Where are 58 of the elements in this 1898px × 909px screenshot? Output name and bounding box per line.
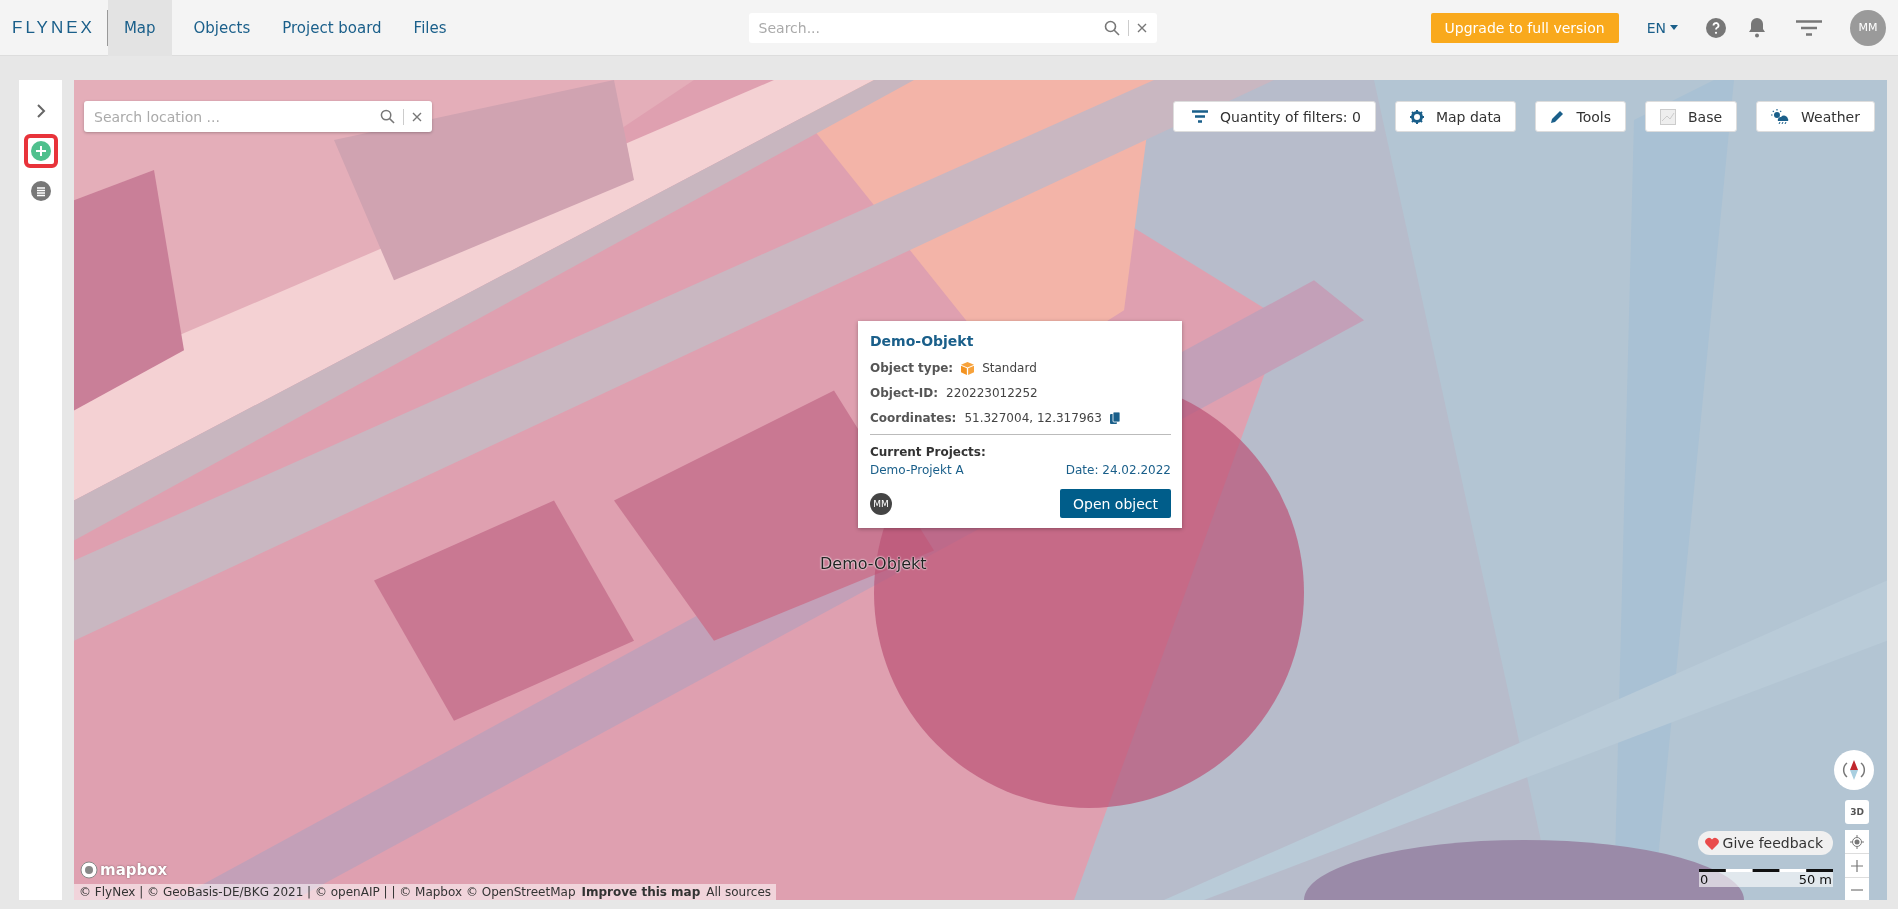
location-search-field[interactable]: Search location ... <box>84 101 432 132</box>
close-icon[interactable] <box>412 111 422 122</box>
map-data-button[interactable]: Map data <box>1394 101 1517 132</box>
pencil-icon <box>1550 109 1565 124</box>
scale-label: 50 m <box>1798 872 1832 887</box>
nav-tab[interactable]: Project board <box>266 0 398 56</box>
list-icon <box>30 181 51 201</box>
mapbox-logo: mapbox <box>100 861 168 879</box>
nav-tab[interactable]: Files <box>397 0 463 56</box>
minus-icon <box>1851 888 1863 891</box>
project-link[interactable]: Demo-Projekt A <box>870 463 964 477</box>
field-value: Standard <box>982 361 1037 375</box>
filter-icon[interactable] <box>1796 19 1822 36</box>
mapbox-logo-icon <box>80 861 98 879</box>
search-icon[interactable] <box>1103 19 1120 36</box>
field-label: Object type: <box>870 361 954 375</box>
plus-icon <box>30 141 51 161</box>
tools-button[interactable]: Tools <box>1535 101 1626 132</box>
caret-icon <box>1670 25 1678 30</box>
attribution-text: © FlyNex | © GeoBasis-DE/BKG 2021 | © openAIP | | © Mapbox © OpenStreetMap <box>79 885 576 899</box>
target-icon <box>1850 834 1864 849</box>
plus-icon <box>1851 859 1863 872</box>
cube-icon <box>961 361 975 375</box>
open-object-button[interactable]: Open object <box>1060 489 1171 518</box>
field-value: 220223012252 <box>946 386 1038 400</box>
search-field[interactable]: Search... <box>748 12 1157 43</box>
add-button[interactable] <box>23 134 58 168</box>
copy-icon[interactable] <box>1109 412 1120 424</box>
improve-map-link[interactable]: Improve this map <box>581 885 701 899</box>
field-label: Object-ID: <box>870 386 939 400</box>
map-thumbnail-icon <box>1659 108 1676 125</box>
filter-button[interactable]: Quantity of filters: 0 <box>1173 101 1376 132</box>
nav-tab[interactable]: Objects <box>177 0 267 56</box>
sources-link[interactable]: All sources <box>706 885 772 899</box>
help-icon[interactable] <box>1706 17 1726 38</box>
field-value: 51.327004, 12.317963 <box>964 411 1102 425</box>
user-avatar: MM <box>870 492 892 515</box>
gear-icon <box>1409 109 1424 124</box>
heart-icon <box>1704 836 1719 850</box>
filter-icon <box>1192 110 1209 123</box>
scale-label: 0 <box>1700 872 1709 887</box>
field-label: Coordinates: <box>870 411 957 425</box>
logo[interactable]: FLYNEX <box>12 9 108 46</box>
projects-label: Current Projects: <box>870 445 987 459</box>
3d-button[interactable]: 3D <box>1845 800 1869 824</box>
close-icon[interactable] <box>1136 22 1147 33</box>
popup-title[interactable]: Demo-Objekt <box>870 333 1171 349</box>
base-button[interactable]: Base <box>1644 101 1738 132</box>
project-date: Date: 24.02.2022 <box>1065 463 1171 477</box>
search-icon[interactable] <box>380 109 395 124</box>
weather-icon <box>1771 108 1790 125</box>
weather-button[interactable]: Weather <box>1756 101 1875 132</box>
marker-label: Demo-Objekt <box>820 554 927 573</box>
feedback-button[interactable]: Give feedback <box>1697 831 1833 855</box>
bell-icon[interactable] <box>1748 17 1766 38</box>
language-dropdown[interactable]: EN <box>1640 18 1684 37</box>
nav-tab[interactable]: Map <box>107 0 172 56</box>
chevron-right-icon <box>35 103 46 119</box>
